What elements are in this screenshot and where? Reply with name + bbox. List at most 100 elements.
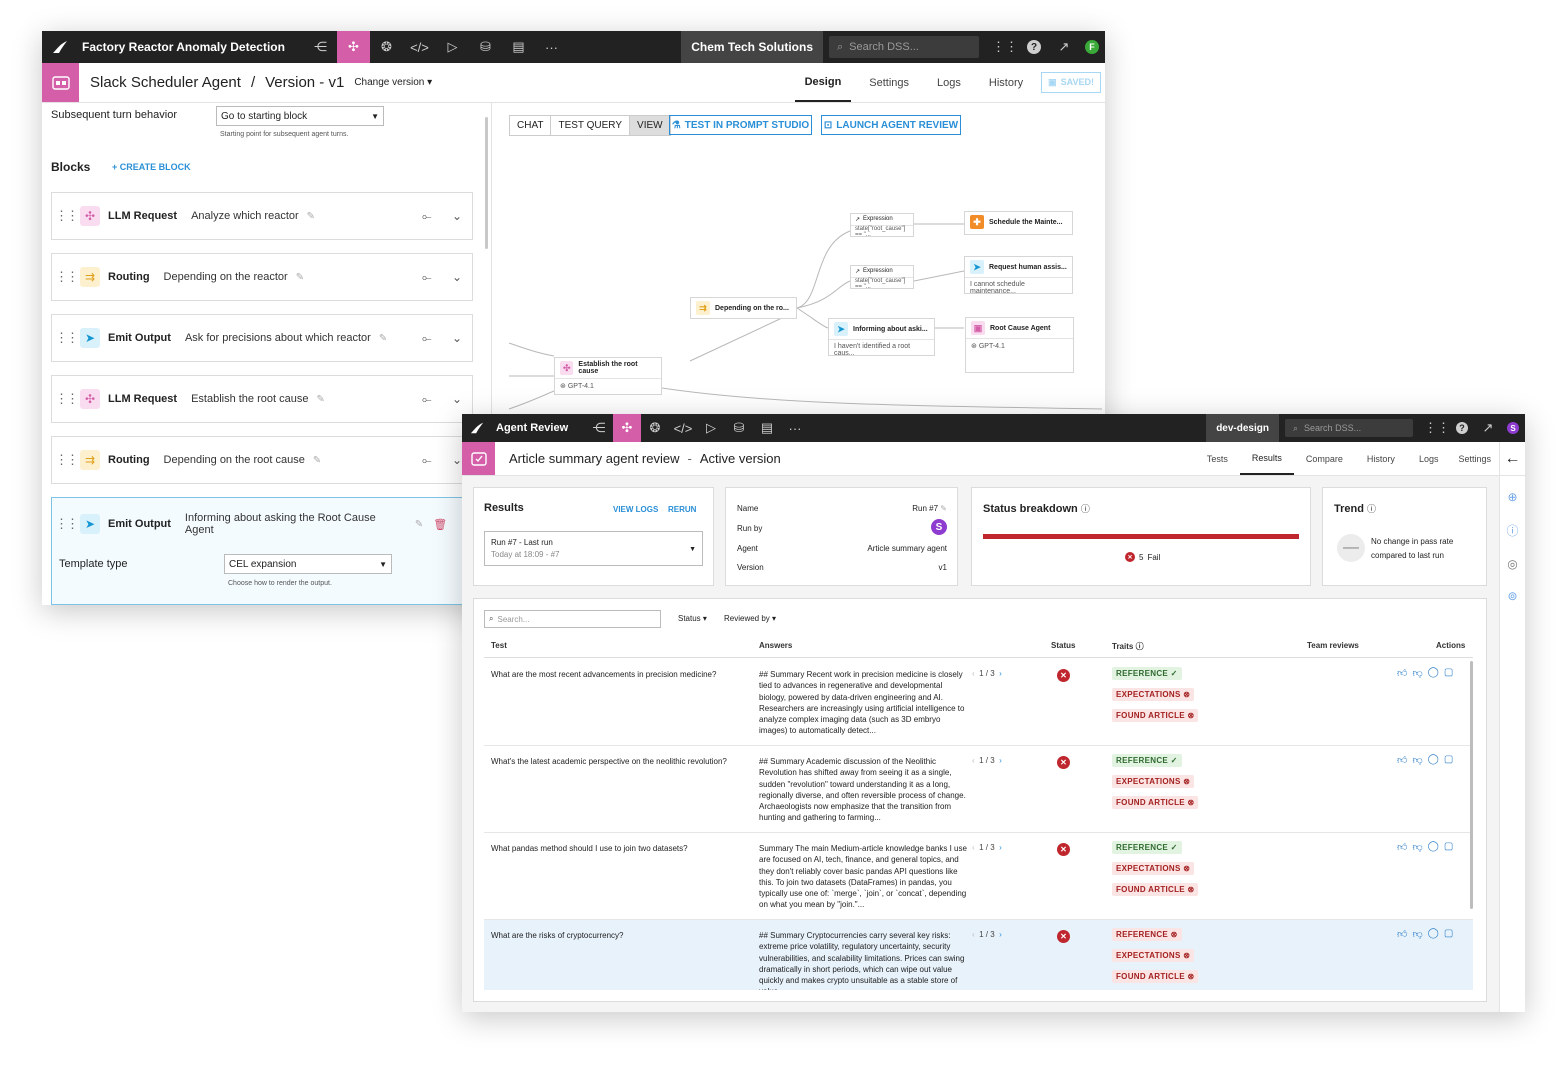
- chevron-right-icon[interactable]: ›: [999, 756, 1002, 765]
- comment-icon[interactable]: ◯: [1428, 928, 1439, 940]
- tab-tests[interactable]: Tests: [1195, 442, 1240, 475]
- open-panel-icon[interactable]: ▢: [1444, 667, 1453, 679]
- pager-label: 1 / 3: [979, 843, 995, 852]
- agent-value[interactable]: Article summary agent: [867, 544, 947, 553]
- info-icon[interactable]: ⓘ: [1367, 504, 1376, 514]
- trait-badge[interactable]: EXPECTATIONS ⊗: [1112, 775, 1195, 788]
- open-panel-icon[interactable]: ▢: [1444, 841, 1453, 853]
- thumbs-down-icon[interactable]: 👎︎: [1412, 928, 1422, 940]
- fail-icon: ✕: [1125, 552, 1135, 562]
- thumbs-down-icon[interactable]: 👎︎: [1412, 754, 1422, 766]
- tab-logs[interactable]: Logs: [1407, 442, 1451, 475]
- run-icon[interactable]: ▷: [697, 414, 725, 442]
- lab-icon[interactable]: ❂: [641, 414, 669, 442]
- env-name[interactable]: dev-design: [1206, 414, 1279, 442]
- node-model: ⊛ GPT-4.1: [555, 378, 661, 393]
- info-icon[interactable]: ⓘ: [1506, 522, 1518, 539]
- chevron-left-icon[interactable]: ‹: [972, 930, 975, 939]
- comment-icon[interactable]: ◯: [1428, 667, 1439, 679]
- trait-label: EXPECTATIONS: [1116, 690, 1181, 699]
- collapse-panel-icon[interactable]: ←: [1499, 442, 1525, 475]
- node-request-human[interactable]: ➤ Request human assis... I cannot schedul…: [964, 256, 1073, 295]
- tab-results[interactable]: Results: [1239, 442, 1294, 475]
- global-search[interactable]: ⌕ Search DSS...: [1285, 419, 1413, 437]
- chat-icon[interactable]: ◎: [1507, 557, 1517, 571]
- node-establish-root-cause[interactable]: ✣ Establish the root cause ⊛ GPT-4.1: [554, 357, 662, 395]
- status-bar-fail[interactable]: [983, 534, 1299, 539]
- open-panel-icon[interactable]: ▢: [1444, 928, 1453, 940]
- agent-icon[interactable]: ✣: [613, 414, 641, 442]
- node-expression-1[interactable]: ↗ Expression state["root_cause"] == "...: [850, 213, 914, 238]
- trait-badge[interactable]: REFERENCE ✓: [1112, 841, 1182, 854]
- node-expression-2[interactable]: ↗ Expression state["root_cause"] == "...: [850, 265, 914, 290]
- reviewed-by-filter[interactable]: Reviewed by ▾: [724, 614, 776, 623]
- chevron-left-icon[interactable]: ‹: [972, 843, 975, 852]
- user-avatar[interactable]: S: [1507, 422, 1519, 434]
- thumbs-down-icon[interactable]: 👎︎: [1412, 667, 1422, 679]
- node-root-cause-agent[interactable]: ▣ Root Cause Agent ⊛ GPT-4.1: [965, 317, 1074, 373]
- info-icon[interactable]: ⓘ: [1081, 504, 1090, 514]
- node-label: Depending on the ro...: [715, 304, 789, 312]
- results-card: Results VIEW LOGS RERUN Run #7 - Last ru…: [473, 487, 714, 586]
- answer-pager: ‹ 1 / 3 ›: [972, 843, 1002, 852]
- node-depending-root-cause[interactable]: ⇉ Depending on the ro...: [690, 297, 797, 319]
- chevron-left-icon[interactable]: ‹: [972, 756, 975, 765]
- code-icon[interactable]: </>: [669, 414, 697, 442]
- apps-grid-icon[interactable]: ⋮⋮: [1424, 414, 1450, 442]
- thumbs-up-icon[interactable]: 👍︎: [1397, 667, 1407, 679]
- app-title[interactable]: Agent Review: [496, 422, 585, 434]
- node-label: Root Cause Agent: [990, 324, 1051, 332]
- node-body: I haven't identified a root caus...: [829, 339, 934, 360]
- view-logs-link[interactable]: VIEW LOGS: [613, 505, 658, 514]
- trait-badge[interactable]: FOUND ARTICLE ⊗: [1112, 796, 1199, 809]
- tab-settings[interactable]: Settings: [1450, 442, 1499, 475]
- chevron-right-icon[interactable]: ›: [999, 669, 1002, 678]
- trait-badge[interactable]: FOUND ARTICLE ⊗: [1112, 883, 1199, 896]
- chevron-right-icon[interactable]: ›: [999, 843, 1002, 852]
- tab-history[interactable]: History: [1355, 442, 1407, 475]
- chevron-left-icon[interactable]: ‹: [972, 669, 975, 678]
- thumbs-up-icon[interactable]: 👍︎: [1397, 928, 1407, 940]
- status-filter[interactable]: Status ▾: [678, 614, 707, 623]
- table-row[interactable]: What pandas method should I use to join …: [484, 833, 1473, 920]
- dashboard-icon[interactable]: ▤: [753, 414, 781, 442]
- node-informing[interactable]: ➤ Informing about aski... I haven't ident…: [828, 318, 935, 357]
- table-row[interactable]: What are the most recent advancements in…: [484, 659, 1473, 746]
- deploy-icon[interactable]: ⛁: [725, 414, 753, 442]
- trait-badge[interactable]: FOUND ARTICLE ⊗: [1112, 709, 1199, 722]
- more-icon[interactable]: ···: [781, 414, 809, 442]
- dataiku-logo[interactable]: [462, 421, 492, 435]
- trend-icon[interactable]: ↗: [1475, 414, 1501, 442]
- comment-icon[interactable]: ◯: [1428, 754, 1439, 766]
- thumbs-up-icon[interactable]: 👍︎: [1397, 841, 1407, 853]
- open-panel-icon[interactable]: ▢: [1444, 754, 1453, 766]
- info-icon[interactable]: ⓘ: [1136, 642, 1144, 651]
- edit-icon[interactable]: ✎: [940, 504, 947, 513]
- rerun-link[interactable]: RERUN: [668, 505, 696, 514]
- comment-icon[interactable]: ◯: [1428, 841, 1439, 853]
- node-schedule-maintenance[interactable]: ✚ Schedule the Mainte...: [964, 211, 1073, 235]
- chevron-right-icon[interactable]: ›: [999, 930, 1002, 939]
- trait-badge[interactable]: REFERENCE ⊗: [1112, 928, 1182, 941]
- page-status: Active version: [699, 451, 781, 466]
- traits-list: REFERENCE ✓ EXPECTATIONS ⊗ FOUND ARTICLE ⊗: [1112, 754, 1272, 817]
- flow-icon[interactable]: ⋲: [585, 414, 613, 442]
- trait-badge[interactable]: FOUND ARTICLE ⊗: [1112, 970, 1199, 983]
- trait-badge[interactable]: REFERENCE ✓: [1112, 667, 1182, 680]
- help-icon[interactable]: ?: [1449, 414, 1475, 442]
- trait-badge[interactable]: REFERENCE ✓: [1112, 754, 1182, 767]
- thumbs-up-icon[interactable]: 👍︎: [1397, 754, 1407, 766]
- settings-icon[interactable]: ⊚: [1507, 589, 1517, 603]
- add-icon[interactable]: ⊕: [1507, 490, 1517, 504]
- run-select[interactable]: Run #7 - Last run Today at 18:09 - #7 ▼: [484, 531, 703, 566]
- tab-compare[interactable]: Compare: [1294, 442, 1355, 475]
- trait-badge[interactable]: EXPECTATIONS ⊗: [1112, 949, 1195, 962]
- table-row[interactable]: What are the risks of cryptocurrency? ## …: [484, 920, 1473, 990]
- table-row[interactable]: What's the latest academic perspective o…: [484, 746, 1473, 833]
- trait-badge[interactable]: EXPECTATIONS ⊗: [1112, 688, 1195, 701]
- trait-badge[interactable]: EXPECTATIONS ⊗: [1112, 862, 1195, 875]
- table-search[interactable]: ⌕ Search...: [484, 610, 661, 628]
- thumbs-down-icon[interactable]: 👎︎: [1412, 841, 1422, 853]
- routing-icon: ⇉: [696, 301, 710, 315]
- table-scrollbar[interactable]: [1470, 661, 1473, 909]
